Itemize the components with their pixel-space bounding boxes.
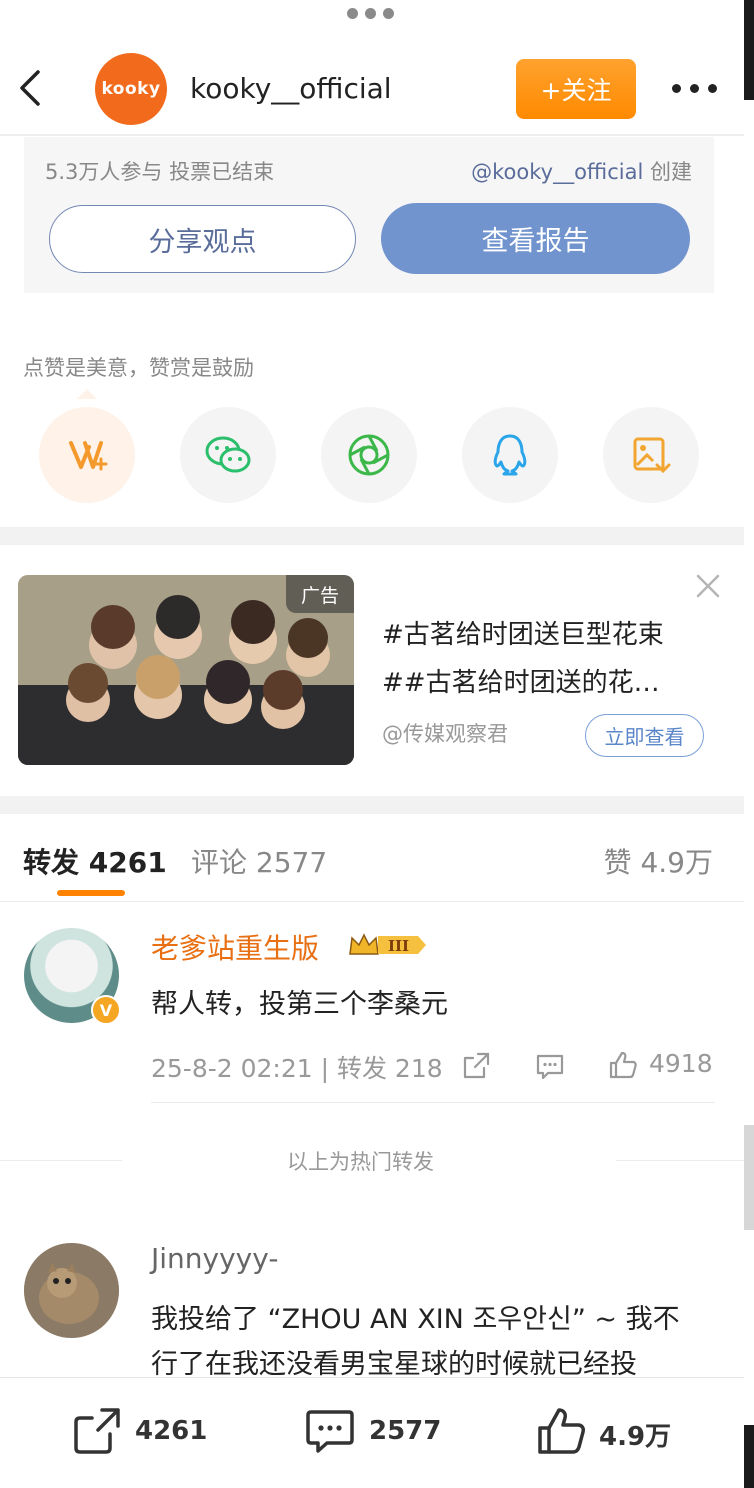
ad-headline-1[interactable]: #古茗给时团送巨型花束 — [382, 614, 664, 651]
qq-icon — [493, 434, 527, 476]
repost-share-icon[interactable] — [460, 1050, 492, 1082]
section-separator — [0, 796, 744, 814]
hot-divider-line — [616, 1160, 744, 1161]
header-divider — [0, 134, 744, 136]
like-thumb-icon[interactable] — [536, 1406, 586, 1456]
avatar[interactable] — [24, 1243, 119, 1338]
verified-v-icon: V — [91, 995, 121, 1025]
comment-icon[interactable] — [305, 1406, 355, 1456]
tab-likes[interactable]: 赞 4.9万 — [604, 841, 713, 881]
share-opinion-button[interactable]: 分享观点 — [49, 205, 356, 273]
save-image-icon — [633, 437, 671, 474]
ad-headline-2[interactable]: ##古茗给时团送的花… — [382, 662, 660, 699]
share-wechat-button[interactable] — [180, 407, 276, 503]
more-options-icon[interactable] — [672, 84, 717, 93]
account-username[interactable]: kooky__official — [190, 72, 392, 105]
ad-source[interactable]: @传媒观察君 — [382, 718, 508, 748]
drag-handle-dots[interactable] — [347, 8, 394, 19]
poll-stats: 5.3万人参与 投票已结束 — [45, 160, 275, 184]
share-moments-button[interactable] — [321, 407, 417, 503]
repost-username[interactable]: 老爹站重生版 — [151, 927, 319, 967]
comment-icon[interactable] — [534, 1050, 566, 1082]
hot-divider-line — [0, 1160, 122, 1161]
repost-text-line[interactable]: 我投给了 “ZHOU AN XIN 조우안신” ~ 我不 — [151, 1297, 680, 1336]
repost-meta: 25-8-2 02:21 | 转发 218 — [151, 1054, 443, 1083]
svg-text:III: III — [388, 937, 409, 955]
creator-mention-link[interactable]: @kooky__official — [471, 160, 643, 184]
scrollbar-track[interactable] — [744, 1125, 754, 1230]
item-divider — [151, 1102, 715, 1103]
back-arrow-icon[interactable] — [14, 66, 54, 110]
cat-photo-placeholder — [24, 1243, 119, 1338]
follow-button[interactable]: +关注 — [516, 59, 636, 119]
wechat-icon — [205, 436, 251, 473]
repost-text[interactable]: 帮人转，投第三个李桑元 — [151, 982, 448, 1021]
share-qq-button[interactable] — [462, 407, 558, 503]
reward-button[interactable] — [39, 407, 135, 503]
view-report-button[interactable]: 查看报告 — [381, 203, 690, 274]
tabs-divider — [0, 901, 744, 902]
weibo-page: kooky kooky__official +关注 5.3万人参与 投票已结束 … — [0, 0, 754, 1488]
tab-comments[interactable]: 评论 2577 — [191, 841, 327, 881]
reward-icon — [69, 441, 108, 471]
crown-level-badge-icon: III — [349, 933, 426, 955]
hot-reposts-divider-text: 以上为热门转发 — [287, 1150, 434, 1174]
ad-badge: 广告 — [286, 575, 354, 613]
moments-icon — [348, 434, 390, 476]
comment-count[interactable]: 2577 — [369, 1416, 441, 1446]
section-separator — [0, 527, 744, 545]
tip-pointer — [77, 389, 97, 399]
like-count[interactable]: 4.9万 — [599, 1416, 671, 1453]
ad-image[interactable]: 广告 — [18, 575, 354, 765]
repost-icon[interactable] — [72, 1406, 122, 1456]
creator-suffix: 创建 — [643, 160, 692, 184]
ad-view-now-button[interactable]: 立即查看 — [585, 714, 704, 757]
repost-text-line[interactable]: 行了在我还没看男宝星球的时候就已经投 — [151, 1342, 637, 1381]
save-image-button[interactable] — [603, 407, 699, 503]
like-thumb-icon[interactable] — [607, 1049, 639, 1081]
repost-like-count: 4918 — [649, 1049, 713, 1078]
reward-tip-text: 点赞是美意，赞赏是鼓励 — [23, 356, 254, 380]
account-avatar[interactable]: kooky — [95, 53, 167, 125]
active-tab-indicator — [57, 890, 125, 896]
tab-reposts[interactable]: 转发 4261 — [23, 841, 167, 881]
repost-username[interactable]: Jinnyyyy- — [151, 1242, 278, 1275]
window-edge — [744, 0, 754, 100]
repost-count[interactable]: 4261 — [135, 1416, 207, 1446]
close-ad-icon[interactable] — [694, 572, 722, 600]
window-edge — [744, 1425, 754, 1488]
poll-creator: @kooky__official 创建 — [471, 156, 692, 186]
